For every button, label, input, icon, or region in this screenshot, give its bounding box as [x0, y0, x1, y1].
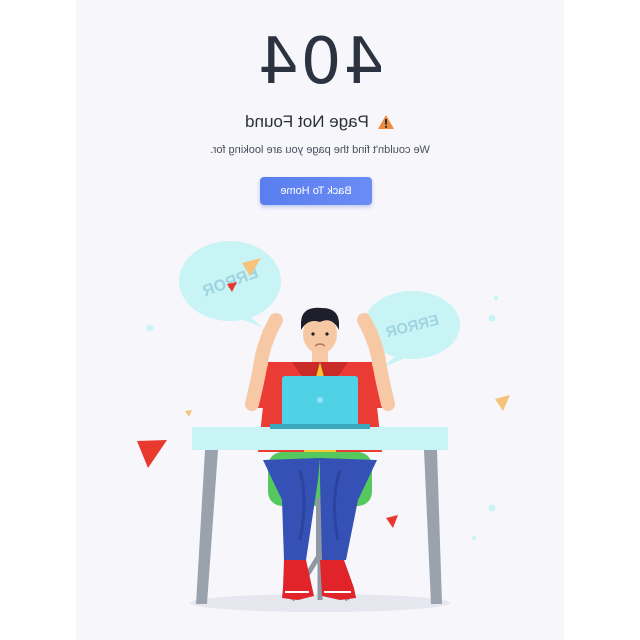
- confetti-dot: [488, 504, 496, 512]
- confetti-dot: [146, 324, 154, 332]
- developer-head: [301, 307, 340, 362]
- confetti-triangle: [185, 410, 192, 417]
- confetti-dot: [494, 296, 498, 300]
- mirrored-view: 404 Page Not Found We couldn't find the …: [0, 0, 640, 640]
- confetti-dot: [488, 314, 496, 322]
- confetti-triangle: [495, 395, 510, 411]
- confetti-dot: [472, 536, 476, 540]
- confetti-triangle: [386, 515, 398, 528]
- confetti-triangle: [137, 440, 167, 468]
- desk-top: [192, 427, 448, 450]
- confused-developer-illustration: ERROR ERROR: [137, 241, 510, 612]
- laptop-icon: [270, 376, 370, 429]
